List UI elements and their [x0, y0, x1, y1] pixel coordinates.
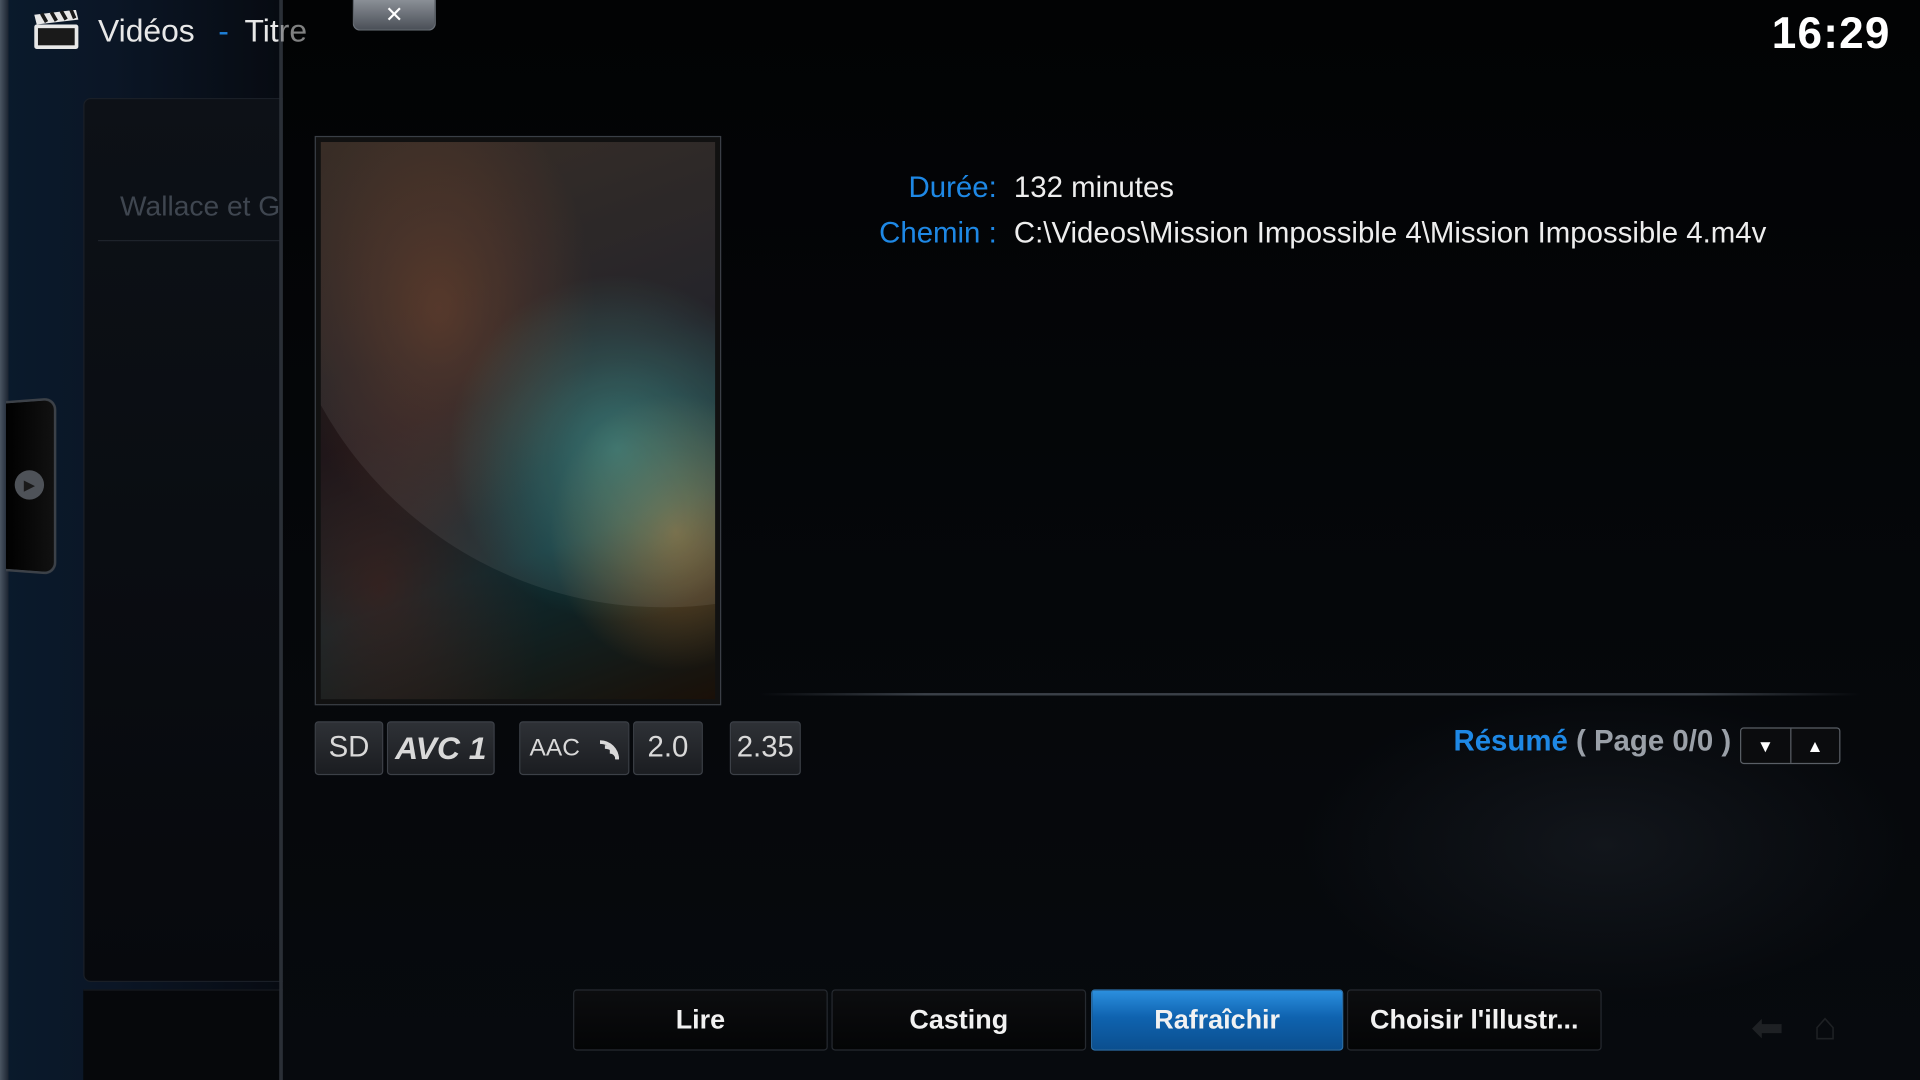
page-title: Vidéos - Titre: [98, 12, 307, 50]
header-separator: -: [218, 12, 229, 49]
home-icon: ⌂: [1813, 1004, 1837, 1049]
choose-artwork-button[interactable]: Choisir l'illustr...: [1346, 989, 1602, 1051]
summary-label: Résumé: [1453, 724, 1568, 758]
audio-channels-flag: 2.0: [633, 721, 703, 776]
info-divider: [759, 693, 1862, 696]
arrow-up-icon: ▲: [1806, 735, 1824, 756]
page-up-button[interactable]: ▲: [1789, 728, 1840, 763]
background-lower-panel: [83, 989, 292, 1080]
video-thumbnail-frame: [314, 135, 722, 706]
audio-codec-label: AAC: [529, 734, 580, 762]
refresh-button[interactable]: Rafraîchir: [1091, 989, 1344, 1051]
close-button[interactable]: ✕: [352, 0, 436, 31]
duration-label: Durée:: [908, 171, 997, 205]
video-codec-flag: AVC 1: [386, 721, 495, 776]
cast-button[interactable]: Casting: [831, 989, 1087, 1051]
path-label: Chemin :: [879, 216, 997, 250]
video-info-screen: Wallace et G ▶ Vidéos - Titre ✕ 16:29 Du…: [0, 0, 1920, 1080]
play-button[interactable]: Lire: [573, 989, 828, 1051]
side-menu-arrow-icon[interactable]: ▶: [14, 470, 45, 500]
background-list-panel: [83, 97, 294, 983]
back-arrow-icon: ⬅: [1751, 1005, 1784, 1050]
video-thumbnail: [320, 142, 716, 700]
resolution-flag: SD: [314, 721, 384, 776]
page-down-button[interactable]: ▼: [1741, 729, 1789, 763]
summary-heading: Résumé ( Page 0/0 ): [1453, 725, 1731, 759]
arrow-down-icon: ▼: [1756, 735, 1774, 756]
header-subsection-tail: re: [278, 12, 308, 49]
close-icon: ✕: [385, 1, 404, 27]
audio-waves-icon: [599, 740, 619, 760]
background-list-item: Wallace et G: [120, 189, 281, 222]
summary-pager: ▼ ▲: [1740, 727, 1841, 765]
header-section: Vidéos: [97, 12, 195, 49]
clapperboard-icon: [34, 9, 79, 49]
summary-page: ( Page 0/0 ): [1575, 724, 1732, 758]
background-nav-icons: ⬅ ⌂: [1751, 1004, 1898, 1053]
aspect-ratio-flag: 2.35: [729, 721, 801, 776]
thumbnail-glare: [320, 142, 716, 608]
header-subsection: Tit: [244, 12, 279, 49]
background-list-divider: [97, 240, 282, 242]
duration-value: 132 minutes: [1013, 171, 1174, 205]
path-value: C:\Videos\Mission Impossible 4\Mission I…: [1013, 216, 1767, 250]
audio-codec-flag: AAC: [519, 721, 630, 776]
clock: 16:29: [1771, 7, 1891, 58]
